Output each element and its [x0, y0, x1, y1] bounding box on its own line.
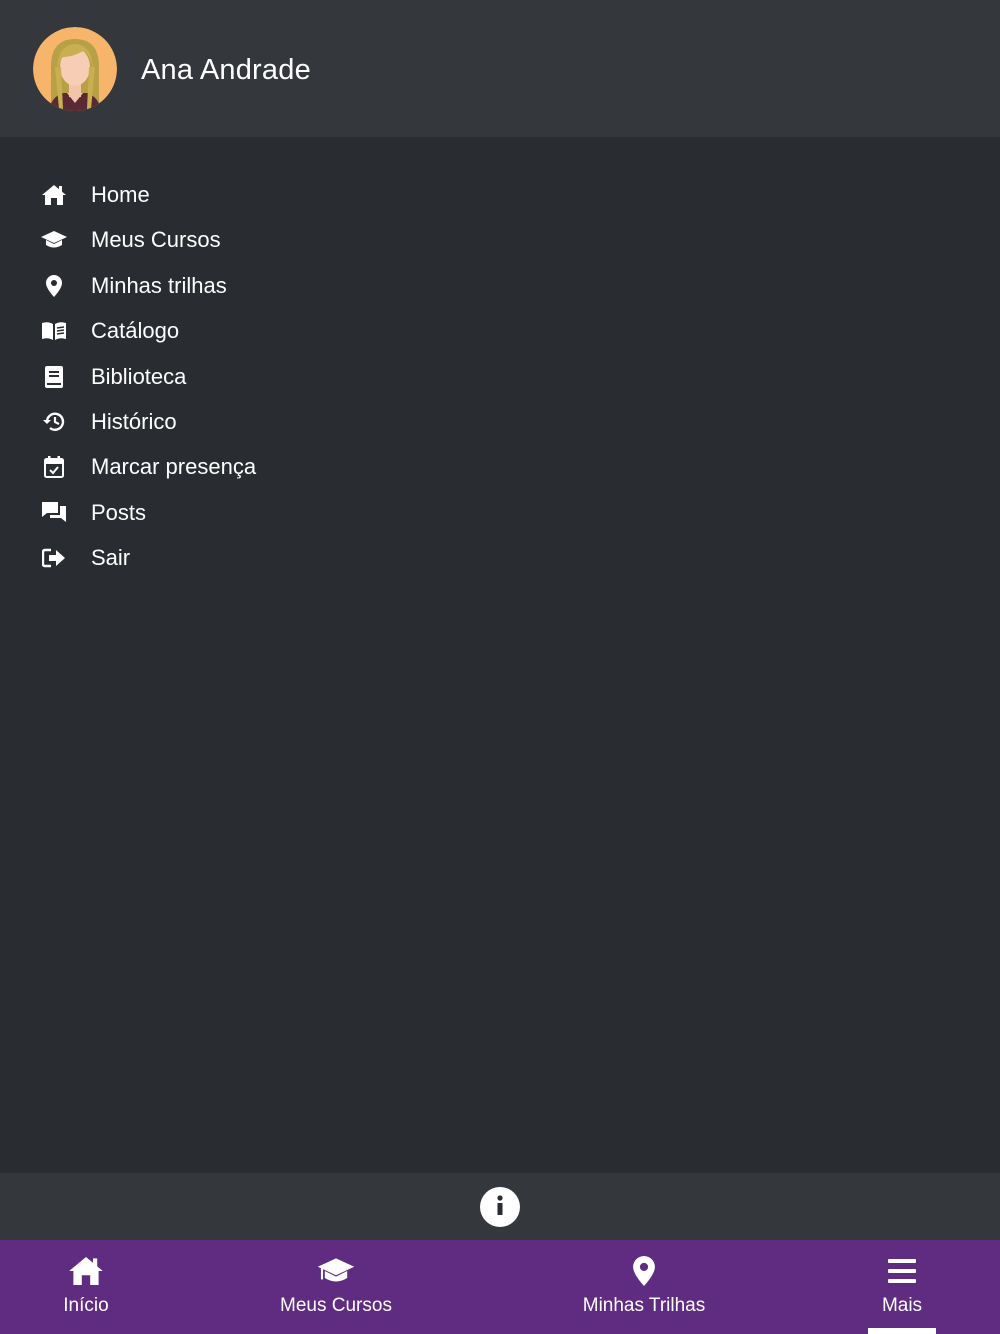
- menu-item-label: Home: [91, 182, 150, 207]
- menu-item-meus-cursos[interactable]: Meus Cursos: [0, 217, 1000, 262]
- menu-item-home[interactable]: Home: [0, 172, 1000, 217]
- menu-item-label: Minhas trilhas: [91, 272, 227, 298]
- avatar[interactable]: [33, 27, 117, 111]
- menu-item-label: Catálogo: [91, 318, 180, 344]
- graduation-cap-icon: [40, 227, 68, 253]
- tab-mais[interactable]: Mais: [862, 1240, 942, 1334]
- menu-item-posts[interactable]: Posts: [0, 490, 1000, 535]
- menu-item-label: Posts: [91, 499, 147, 525]
- history-icon: [40, 409, 68, 435]
- home-icon: [40, 182, 68, 208]
- chat-icon: [40, 500, 68, 526]
- tab-label: Mais: [881, 1295, 923, 1316]
- map-pin-icon: [40, 273, 68, 299]
- user-name: Ana Andrade: [141, 54, 311, 86]
- calendar-check-icon: [40, 454, 68, 480]
- app-root: Ana Andrade Home Meus Cursos Minhas tril…: [0, 0, 1000, 1334]
- menu-item-sair[interactable]: Sair: [0, 535, 1000, 580]
- menu-item-label: Biblioteca: [91, 363, 187, 389]
- menu-item-label: Marcar presença: [91, 454, 257, 480]
- tab-label: Meus Cursos: [280, 1295, 392, 1316]
- home-icon: [66, 1254, 106, 1288]
- menu-item-label: Histórico: [91, 408, 177, 434]
- menu-item-biblioteca[interactable]: Biblioteca: [0, 354, 1000, 399]
- info-button[interactable]: [480, 1187, 520, 1227]
- profile-header: Ana Andrade: [0, 0, 1000, 137]
- tab-label: Início: [63, 1295, 109, 1316]
- tab-minhas-trilhas[interactable]: Minhas Trilhas: [569, 1240, 719, 1334]
- tab-meus-cursos[interactable]: Meus Cursos: [266, 1240, 406, 1334]
- hamburger-menu-icon: [882, 1254, 922, 1288]
- bottom-nav: Início Meus Cursos Minhas Trilhas Mais: [0, 1240, 1000, 1334]
- active-tab-indicator: [868, 1328, 936, 1334]
- menu-item-historico[interactable]: Histórico: [0, 399, 1000, 444]
- side-menu: Home Meus Cursos Minhas trilhas Catálogo: [0, 172, 1000, 581]
- menu-item-label: Sair: [91, 545, 131, 571]
- menu-item-minhas-trilhas[interactable]: Minhas trilhas: [0, 263, 1000, 308]
- book-icon: [40, 364, 68, 390]
- menu-item-catalogo[interactable]: Catálogo: [0, 308, 1000, 353]
- open-book-icon: [40, 318, 68, 344]
- menu-item-marcar-presenca[interactable]: Marcar presença: [0, 444, 1000, 489]
- tab-label: Minhas Trilhas: [582, 1295, 706, 1316]
- sign-out-icon: [40, 545, 68, 571]
- info-icon: [496, 1194, 504, 1220]
- menu-item-label: Meus Cursos: [91, 227, 221, 253]
- graduation-cap-icon: [316, 1254, 356, 1288]
- info-strip: [0, 1173, 1000, 1240]
- map-pin-icon: [624, 1254, 664, 1288]
- tab-inicio[interactable]: Início: [26, 1240, 146, 1334]
